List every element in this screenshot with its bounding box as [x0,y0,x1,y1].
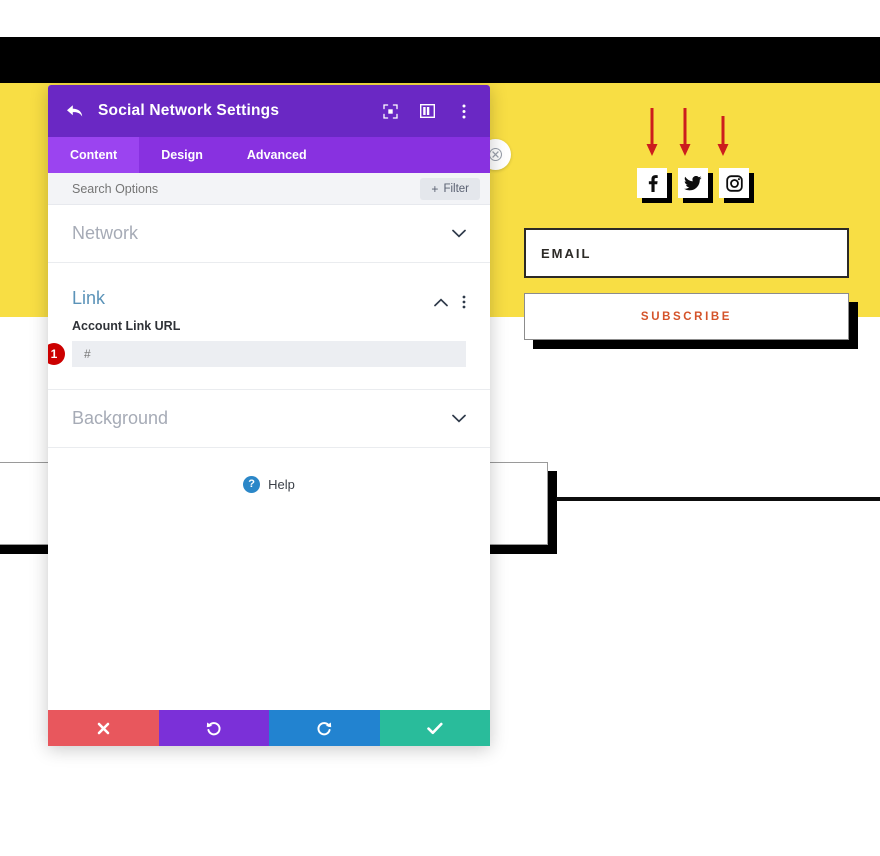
check-icon [426,722,443,734]
tab-advanced[interactable]: Advanced [225,137,329,173]
social-link-facebook[interactable] [637,168,667,198]
help-label: Help [268,476,295,492]
modal-header-actions [382,103,472,119]
twitter-icon [684,175,702,190]
facebook-icon [648,174,658,192]
subscribe-button[interactable]: SUBSCRIBE [524,293,849,340]
filter-button[interactable]: + Filter [420,177,480,200]
redo-icon [317,721,331,735]
section-network-title: Network [72,223,139,243]
instagram-icon [725,174,743,192]
subscribe-button-label: SUBSCRIBE [640,310,733,323]
tab-content[interactable]: Content [48,137,140,173]
section-kebab-menu-icon[interactable] [462,295,466,309]
section-network[interactable]: Network [48,205,490,263]
page-root: EMAIL SUBSCRIBE Social Network Settings [0,0,880,856]
save-button[interactable] [379,710,490,746]
modal-body: Network Link Account Link URL 1 # Backgr… [48,205,490,710]
social-link-twitter[interactable] [678,168,708,198]
account-link-url-input[interactable] [72,341,466,367]
modal-footer [48,710,490,746]
fullscreen-icon[interactable] [382,103,398,119]
redo-button[interactable] [269,710,380,746]
layout-columns-icon[interactable] [419,103,435,119]
section-background-title: Background [72,408,169,428]
modal-tabs: Content Design Advanced [48,137,490,173]
annotation-arrows [637,108,747,160]
chevron-down-icon[interactable] [452,229,466,238]
undo-button[interactable] [158,710,269,746]
chevron-up-icon[interactable] [434,298,448,307]
close-icon [489,148,502,161]
modal-title: Social Network Settings [98,102,280,119]
plus-icon: + [431,181,439,196]
section-background[interactable]: Background [48,390,490,448]
down-arrow-icon [646,108,658,156]
site-top-black-bar [0,37,880,83]
back-arrow-icon[interactable] [66,104,84,118]
close-x-icon [97,722,110,734]
undo-icon [207,721,221,735]
section-link[interactable]: Link [48,263,490,313]
modal-header: Social Network Settings [48,85,490,137]
lower-horizontal-rule [556,497,880,501]
down-arrow-icon [717,116,729,156]
discard-button[interactable] [48,710,159,746]
question-mark-icon: ? [243,475,261,493]
account-link-url-label: Account Link URL [72,319,181,333]
search-options-bar: + Filter [48,173,490,205]
email-placeholder-label: EMAIL [541,245,592,261]
down-arrow-icon [679,108,691,156]
email-input-field[interactable]: EMAIL [524,228,849,278]
section-link-title: Link [72,288,106,308]
tab-design[interactable]: Design [139,137,225,173]
settings-modal: Social Network Settings Content Design A… [48,85,490,746]
social-link-instagram[interactable] [719,168,749,198]
social-follow-row [637,168,749,198]
step-number-badge: 1 [48,343,65,365]
chevron-down-icon[interactable] [452,414,466,423]
help-row[interactable]: ? Help [48,448,490,520]
account-link-url-block: Account Link URL 1 [48,313,490,390]
search-input[interactable] [72,181,421,196]
kebab-menu-icon[interactable] [456,103,472,119]
filter-button-label: Filter [443,182,469,195]
